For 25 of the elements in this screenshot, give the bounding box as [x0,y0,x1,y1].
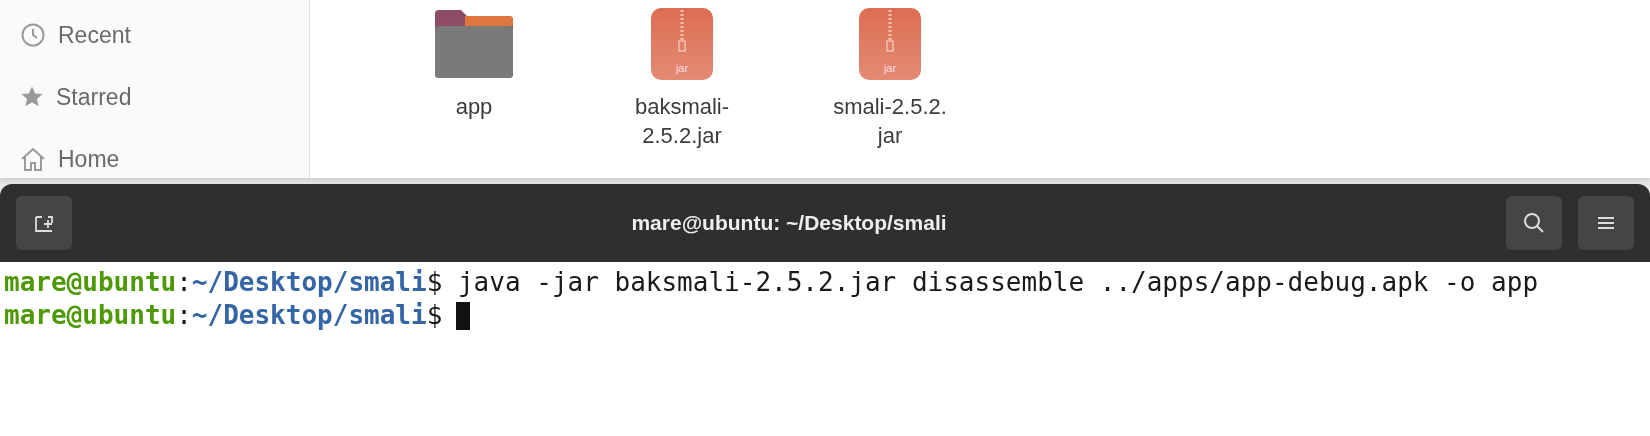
folder-icon[interactable] [435,8,513,78]
search-icon [1522,211,1546,235]
new-tab-button[interactable] [16,196,72,250]
prompt-user: mare@ubuntu [4,267,177,297]
search-button[interactable] [1506,196,1562,250]
prompt-symbol: $ [426,300,443,330]
prompt-path: ~/Desktop/smali [191,300,427,330]
sidebar-item[interactable]: Recent [0,4,309,66]
prompt-path: ~/Desktop/smali [191,267,427,297]
file-name: app [455,93,493,121]
file-name: baksmali- 2.5.2.jar [634,93,730,150]
command-text: $ java -jar baksmali-2.5.2.jar disassemble ../apps/app-debug.apk -o app [426,267,1539,297]
menu-icon [1597,215,1615,231]
text-cursor [456,302,471,330]
home-icon [20,146,46,172]
clock-icon [20,22,46,48]
sidebar-item[interactable]: Home [0,128,309,190]
sidebar-item[interactable]: Starred [0,66,309,128]
star-icon [20,85,44,109]
prompt-separator: : [176,300,192,330]
prompt-separator: : [176,267,192,297]
file-name: smali-2.5.2. jar [833,93,947,150]
menu-button[interactable] [1578,196,1634,250]
window-title: mare@ubuntu: ~/Desktop/smali [630,211,948,235]
prompt-user: mare@ubuntu [4,300,177,330]
